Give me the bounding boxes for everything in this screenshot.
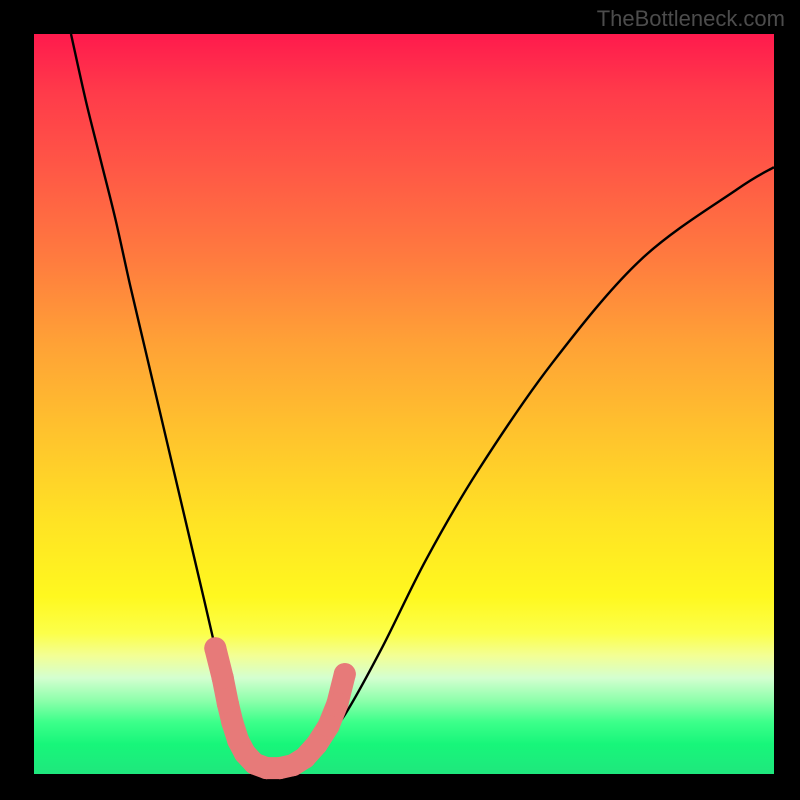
plot-area <box>34 34 774 774</box>
curve-marker <box>204 637 226 659</box>
curve-marker <box>318 715 340 737</box>
v-curve-line <box>71 34 774 768</box>
watermark-text: TheBottleneck.com <box>597 6 785 32</box>
curve-markers <box>204 637 355 779</box>
curve-marker <box>217 693 239 715</box>
curve-marker <box>326 693 348 715</box>
curve-marker <box>212 667 234 689</box>
curve-marker <box>334 663 356 685</box>
curve-marker <box>306 733 328 755</box>
chart-frame: TheBottleneck.com <box>0 0 800 800</box>
curve-svg <box>34 34 774 774</box>
